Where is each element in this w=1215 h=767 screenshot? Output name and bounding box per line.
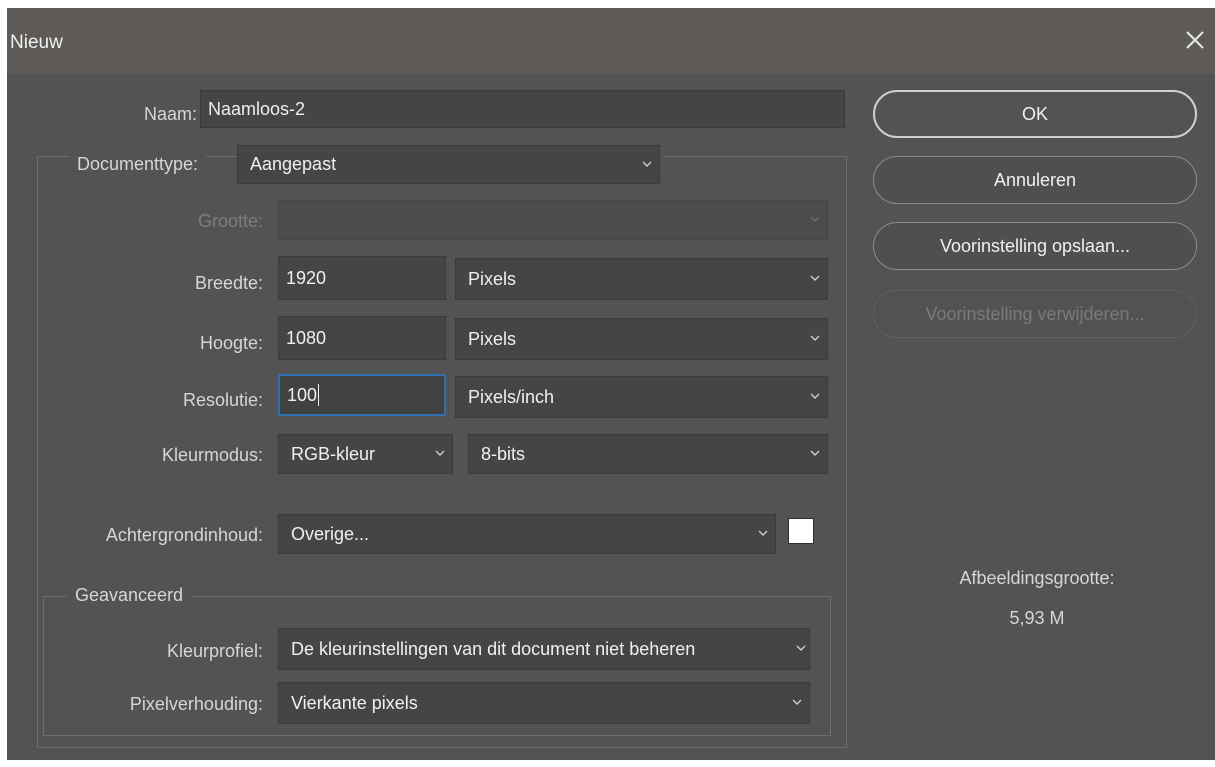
chevron-down-icon	[810, 273, 820, 283]
chevron-down-icon	[642, 159, 652, 169]
close-icon[interactable]	[1181, 26, 1209, 54]
background-label: Achtergrondinhoud:	[105, 525, 263, 545]
resolution-label: Resolutie:	[182, 390, 263, 410]
resolution-value: 100	[287, 384, 318, 405]
chevron-down-icon	[810, 448, 820, 458]
cancel-button[interactable]: Annuleren	[873, 156, 1197, 204]
colormode-label: Kleurmodus:	[161, 445, 263, 465]
width-unit-value: Pixels	[468, 268, 517, 289]
background-value: Overige...	[291, 523, 370, 544]
height-input[interactable]: 1080	[278, 316, 446, 360]
chevron-down-icon	[810, 391, 820, 401]
new-document-dialog: Nieuw Naam: Naamloos-2 Documenttype: Aan…	[7, 8, 1215, 760]
background-color-swatch[interactable]	[788, 518, 814, 544]
advanced-title: Geavanceerd	[67, 585, 192, 606]
colormode-value: RGB-kleur	[291, 443, 376, 464]
dialog-title: Nieuw	[10, 32, 63, 53]
profile-label: Kleurprofiel:	[166, 641, 263, 661]
delete-preset-button: Voorinstelling verwijderen...	[873, 290, 1197, 338]
height-label: Hoogte:	[199, 333, 263, 353]
background-select[interactable]: Overige...	[278, 514, 776, 554]
size-select	[278, 200, 828, 240]
size-label: Grootte:	[197, 211, 263, 231]
chevron-down-icon	[810, 214, 820, 224]
height-unit-value: Pixels	[468, 328, 517, 349]
image-size-value: 5,93 M	[1009, 608, 1065, 628]
chevron-down-icon	[796, 643, 806, 653]
pixel-ratio-label: Pixelverhouding:	[129, 694, 263, 714]
width-unit-select[interactable]: Pixels	[455, 258, 828, 300]
resolution-input[interactable]: 100	[278, 374, 446, 416]
chevron-down-icon	[810, 333, 820, 343]
title-bar: Nieuw	[7, 8, 1215, 74]
doctype-select[interactable]: Aangepast	[237, 145, 660, 184]
name-input[interactable]: Naamloos-2	[200, 90, 845, 128]
bitdepth-value: 8-bits	[481, 443, 526, 464]
image-size-label: Afbeeldingsgrootte:	[959, 568, 1115, 588]
save-preset-button[interactable]: Voorinstelling opslaan...	[873, 222, 1197, 270]
profile-select[interactable]: De kleurinstellingen van dit document ni…	[278, 628, 810, 670]
colormode-select[interactable]: RGB-kleur	[278, 434, 453, 474]
text-caret	[318, 384, 320, 406]
bitdepth-select[interactable]: 8-bits	[468, 434, 828, 474]
chevron-down-icon	[435, 448, 445, 458]
width-input[interactable]: 1920	[278, 256, 446, 300]
doctype-label: Documenttype:	[69, 154, 207, 175]
resolution-unit-select[interactable]: Pixels/inch	[455, 376, 828, 418]
name-label: Naam:	[143, 104, 197, 124]
doctype-value: Aangepast	[250, 154, 337, 174]
chevron-down-icon	[758, 528, 768, 538]
chevron-down-icon	[792, 697, 802, 707]
width-label: Breedte:	[194, 273, 263, 293]
profile-value: De kleurinstellingen van dit document ni…	[291, 638, 696, 659]
ok-button[interactable]: OK	[873, 90, 1197, 138]
height-unit-select[interactable]: Pixels	[455, 318, 828, 360]
pixel-ratio-select[interactable]: Vierkante pixels	[278, 682, 810, 724]
pixel-ratio-value: Vierkante pixels	[291, 692, 418, 713]
resolution-unit-value: Pixels/inch	[468, 386, 555, 407]
group-gap	[660, 154, 664, 158]
